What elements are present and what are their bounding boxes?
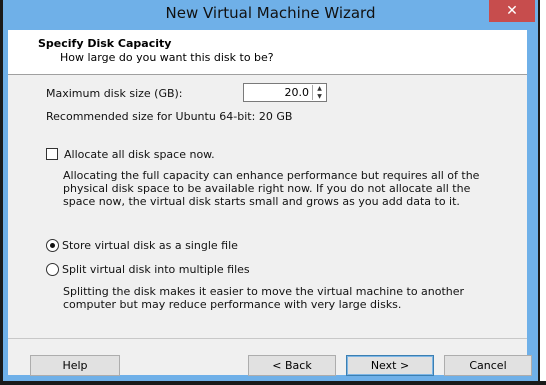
single-file-label[interactable]: Store virtual disk as a single file xyxy=(62,239,238,252)
increment-icon[interactable]: ▲ xyxy=(314,85,325,92)
help-button[interactable]: Help xyxy=(30,355,120,376)
stepper-buttons: ▲ ▼ xyxy=(312,85,326,100)
decrement-icon[interactable]: ▼ xyxy=(314,93,325,100)
single-file-radio[interactable] xyxy=(46,239,59,252)
window-title: New Virtual Machine Wizard xyxy=(165,4,376,22)
window-frame-right xyxy=(538,0,546,385)
allocate-all-label[interactable]: Allocate all disk space now. xyxy=(64,148,215,161)
max-disk-size-value[interactable]: 20.0 xyxy=(244,86,310,99)
page-title: Specify Disk Capacity xyxy=(38,37,172,50)
allocate-all-checkbox[interactable] xyxy=(46,148,58,160)
split-description: Splitting the disk makes it easier to mo… xyxy=(63,285,465,311)
back-button[interactable]: < Back xyxy=(248,355,336,376)
close-button[interactable]: ✕ xyxy=(489,0,535,22)
multiple-files-radio[interactable] xyxy=(46,263,59,276)
next-button[interactable]: Next > xyxy=(346,355,434,376)
allocate-description: Allocating the full capacity can enhance… xyxy=(63,169,480,208)
page-subtitle: How large do you want this disk to be? xyxy=(60,51,274,64)
cancel-button[interactable]: Cancel xyxy=(444,355,532,376)
radio-selected-dot xyxy=(50,243,55,248)
close-icon: ✕ xyxy=(506,3,518,19)
multiple-files-label[interactable]: Split virtual disk into multiple files xyxy=(62,263,250,276)
max-disk-size-label: Maximum disk size (GB): xyxy=(46,87,183,100)
window-frame-bottom xyxy=(0,381,546,385)
max-disk-size-stepper[interactable]: 20.0 ▲ ▼ xyxy=(243,83,327,102)
recommended-size-text: Recommended size for Ubuntu 64-bit: 20 G… xyxy=(46,110,293,123)
title-bar[interactable]: New Virtual Machine Wizard ✕ xyxy=(3,0,538,30)
